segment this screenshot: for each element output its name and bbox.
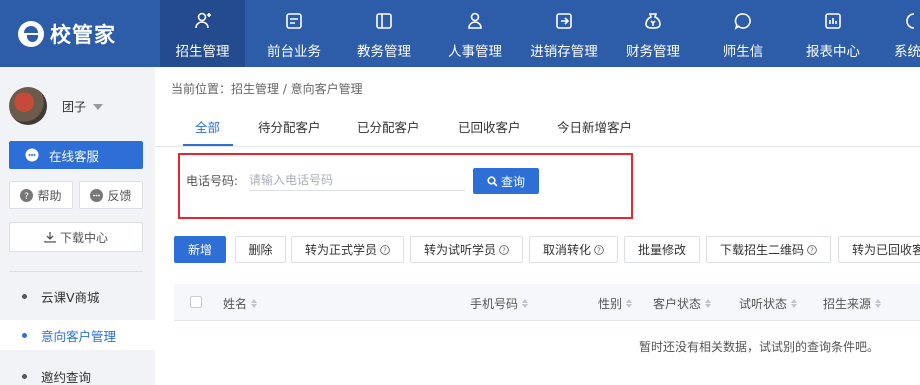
active-tab-indicator	[183, 144, 233, 146]
svg-text:?: ?	[810, 246, 814, 254]
download-icon	[44, 231, 56, 243]
svg-text:?: ?	[597, 246, 601, 254]
query-button[interactable]: 查询	[473, 168, 539, 194]
online-service-button[interactable]: 在线客服	[9, 141, 143, 169]
tab-assigned[interactable]: 已分配客户	[357, 117, 420, 136]
empty-table-message: 暂时还没有相关数据，试试别的查询条件吧。	[639, 340, 880, 354]
batch-edit-button[interactable]: 批量修改	[624, 236, 700, 263]
chart-icon	[824, 12, 842, 30]
app-name: 校管家	[50, 23, 116, 47]
nav-item-enrollment[interactable]: 招生管理	[160, 0, 245, 67]
feedback-button[interactable]: 反馈	[79, 181, 143, 209]
column-header-source[interactable]: 招生来源	[823, 295, 882, 312]
column-header-phone[interactable]: 手机号码	[470, 295, 529, 312]
column-header-gender[interactable]: 性别	[598, 295, 633, 312]
chat-icon	[25, 148, 39, 162]
download-center-button[interactable]: 下载中心	[9, 222, 143, 252]
sort-icon[interactable]	[875, 299, 882, 308]
nav-item-hr[interactable]: 人事管理	[435, 0, 515, 67]
help-label: 帮助	[37, 188, 62, 203]
delete-button[interactable]: 删除	[235, 236, 286, 263]
help-icon[interactable]: ?	[499, 244, 509, 255]
nav-item-academic[interactable]: 教务管理	[344, 0, 424, 67]
feedback-label: 反馈	[107, 188, 132, 203]
inventory-icon	[555, 12, 573, 30]
phone-search-input[interactable]	[249, 170, 465, 191]
sidebar-divider	[9, 271, 143, 272]
help-icon[interactable]: ?	[807, 244, 817, 255]
phone-search-label: 电话号码:	[186, 174, 239, 188]
nav-item-reports[interactable]: 报表中心	[794, 0, 872, 67]
convert-to-trial-button[interactable]: 转为试听学员?	[410, 236, 523, 263]
add-button[interactable]: 新增	[174, 236, 226, 263]
sort-icon[interactable]	[251, 299, 258, 308]
money-bag-icon	[644, 12, 662, 30]
question-circle-icon: ?	[20, 188, 34, 202]
svg-text:?: ?	[502, 246, 506, 254]
sort-icon[interactable]	[522, 299, 529, 308]
chat-bubble-icon	[734, 12, 752, 30]
username[interactable]: 团子	[62, 98, 86, 115]
download-center-label: 下载中心	[59, 230, 108, 245]
top-navigation-bar: 校管家 招生管理 前台业务 教务管理 人事管理 进销存管理 财务管理 师生信 报…	[0, 0, 920, 67]
svg-text:?: ?	[25, 192, 30, 202]
download-qrcode-button[interactable]: 下载招生二维码?	[706, 236, 831, 263]
sort-icon[interactable]	[626, 299, 633, 308]
tab-bar: 全部 待分配客户 已分配客户 已回收客户 今日新增客户	[155, 110, 920, 147]
book-icon	[375, 12, 393, 30]
bullet-icon	[22, 332, 27, 338]
nav-item-inventory[interactable]: 进销存管理	[523, 0, 605, 67]
tab-unassigned[interactable]: 待分配客户	[258, 117, 321, 136]
svg-text:?: ?	[383, 246, 387, 254]
logo-icon	[18, 21, 44, 47]
help-button[interactable]: ? 帮助	[9, 181, 73, 209]
search-icon	[487, 175, 498, 187]
sort-icon[interactable]	[791, 299, 798, 308]
help-icon[interactable]: ?	[380, 244, 390, 255]
bullet-icon	[22, 293, 27, 299]
feedback-icon	[90, 188, 104, 202]
query-button-label: 查询	[500, 174, 525, 189]
column-header-customer-status[interactable]: 客户状态	[653, 295, 712, 312]
nav-item-messages[interactable]: 师生信	[705, 0, 781, 67]
nav-item-finance[interactable]: 财务管理	[615, 0, 691, 67]
nav-item-front-desk[interactable]: 前台业务	[256, 0, 332, 67]
user-plus-icon	[194, 12, 212, 30]
tab-today-new[interactable]: 今日新增客户	[557, 117, 632, 136]
sidebar-item-mall[interactable]: 云课V商城	[0, 281, 155, 311]
convert-to-recycled-button[interactable]: 转为已回收客户	[838, 236, 920, 263]
table-header	[174, 284, 920, 321]
help-icon[interactable]: ?	[594, 244, 604, 255]
column-header-name[interactable]: 姓名	[223, 295, 258, 312]
sidebar-item-invitations[interactable]: 邀约查询	[0, 361, 155, 385]
cancel-conversion-button[interactable]: 取消转化?	[529, 236, 618, 263]
breadcrumb: 当前位置：招生管理 / 意向客户管理	[171, 82, 363, 96]
select-all-checkbox[interactable]	[190, 296, 202, 308]
nav-item-system[interactable]: 系统	[884, 0, 920, 67]
tab-all[interactable]: 全部	[195, 117, 220, 136]
column-header-trial-status[interactable]: 试听状态	[739, 295, 798, 312]
bullet-icon	[22, 373, 27, 379]
avatar[interactable]	[9, 87, 47, 125]
app-logo[interactable]: 校管家	[18, 20, 116, 48]
desk-icon	[285, 12, 303, 30]
convert-to-student-button[interactable]: 转为正式学员?	[291, 236, 404, 263]
person-icon	[466, 12, 484, 30]
online-service-label: 在线客服	[49, 148, 100, 164]
sort-icon[interactable]	[705, 299, 712, 308]
system-icon	[905, 12, 920, 30]
chevron-down-icon[interactable]	[93, 104, 103, 110]
sidebar-item-prospects[interactable]: 意向客户管理	[0, 320, 155, 350]
tab-recycled[interactable]: 已回收客户	[458, 117, 521, 136]
